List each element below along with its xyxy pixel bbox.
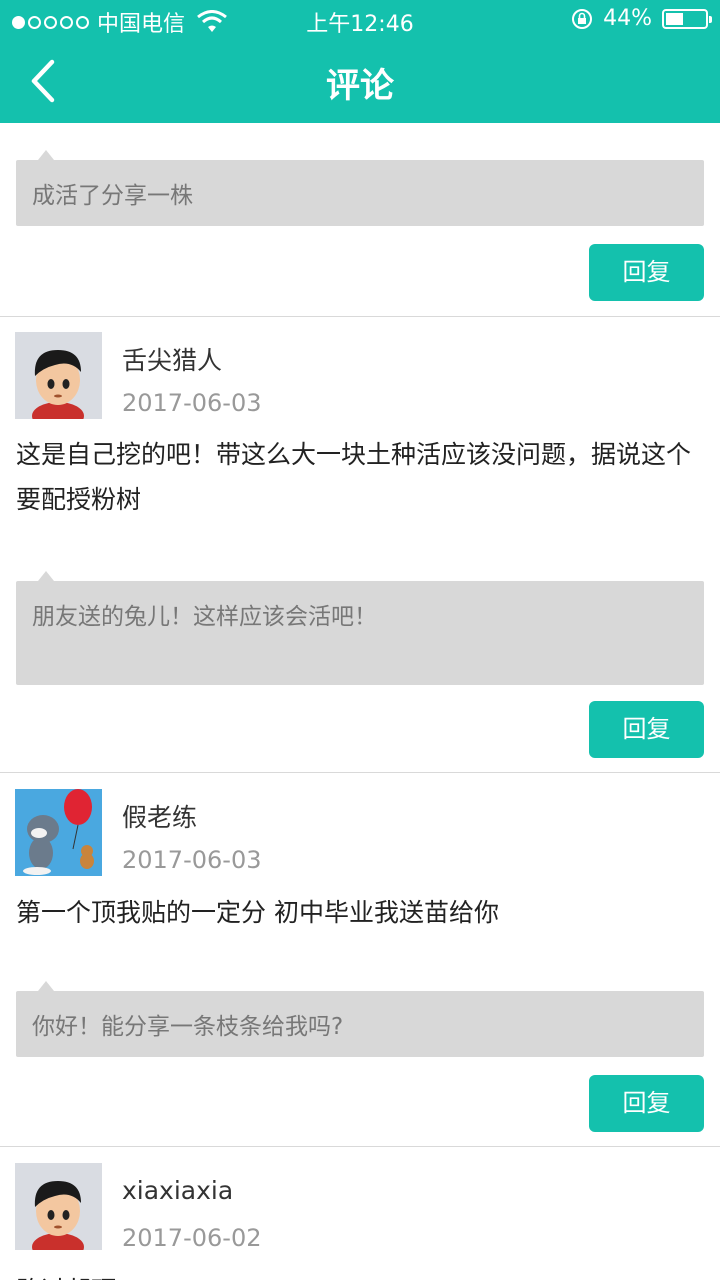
top-reply-section: 成活了分享一株 回复	[0, 123, 720, 317]
cartoon-boy-avatar-icon	[15, 332, 102, 419]
app-header: 中国电信 上午12:46 44% 评论	[0, 0, 720, 123]
cartoon-boy-avatar-icon	[15, 1163, 102, 1250]
username[interactable]: xiaxiaxia	[122, 1176, 233, 1205]
reply-button[interactable]: 回复	[589, 701, 704, 758]
comment-date: 2017-06-03	[122, 846, 262, 874]
reply-bubble: 朋友送的兔儿！这样应该会活吧！	[16, 571, 704, 685]
comment-text: 路过帮顶	[16, 1268, 706, 1280]
status-right: 44%	[571, 6, 712, 31]
rotation-lock-icon	[572, 8, 593, 29]
comment-item: 假老练 2017-06-03 第一个顶我贴的一定分 初中毕业我送苗给你 你好！能…	[0, 773, 720, 1147]
reply-bubble: 你好！能分享一条枝条给我吗?	[16, 981, 704, 1057]
comment-item: 舌尖猎人 2017-06-03 这是自己挖的吧！带这么大一块土种活应该没问题，据…	[0, 317, 720, 773]
avatar[interactable]	[15, 1163, 102, 1250]
comment-list[interactable]: 成活了分享一株 回复 舌尖猎人 2017-06-03 这是自己挖的吧！带这么大一…	[0, 123, 720, 1280]
comment-text: 第一个顶我贴的一定分 初中毕业我送苗给你	[16, 898, 499, 927]
reply-bubble: 成活了分享一株	[16, 150, 704, 226]
nav-bar: 评论	[0, 40, 720, 123]
battery-percent: 44%	[603, 6, 652, 31]
reply-button[interactable]: 回复	[589, 1075, 704, 1132]
comment-date: 2017-06-03	[122, 389, 262, 417]
username[interactable]: 舌尖猎人	[122, 341, 222, 377]
reply-button[interactable]: 回复	[589, 244, 704, 301]
battery-fill	[666, 12, 683, 25]
avatar[interactable]	[15, 332, 102, 419]
tom-and-jerry-avatar-icon	[15, 789, 102, 876]
avatar[interactable]	[15, 789, 102, 876]
comment-text: 这是自己挖的吧！带这么大一块土种活应该没问题，据说这个要配授粉树	[16, 440, 692, 514]
comment-date: 2017-06-02	[122, 1224, 262, 1252]
comment-item: xiaxiaxia 2017-06-02 路过帮顶	[0, 1147, 720, 1280]
page-title: 评论	[326, 66, 394, 106]
status-bar: 中国电信 上午12:46 44%	[0, 0, 720, 40]
battery-icon	[662, 8, 712, 29]
username[interactable]: 假老练	[122, 798, 197, 834]
